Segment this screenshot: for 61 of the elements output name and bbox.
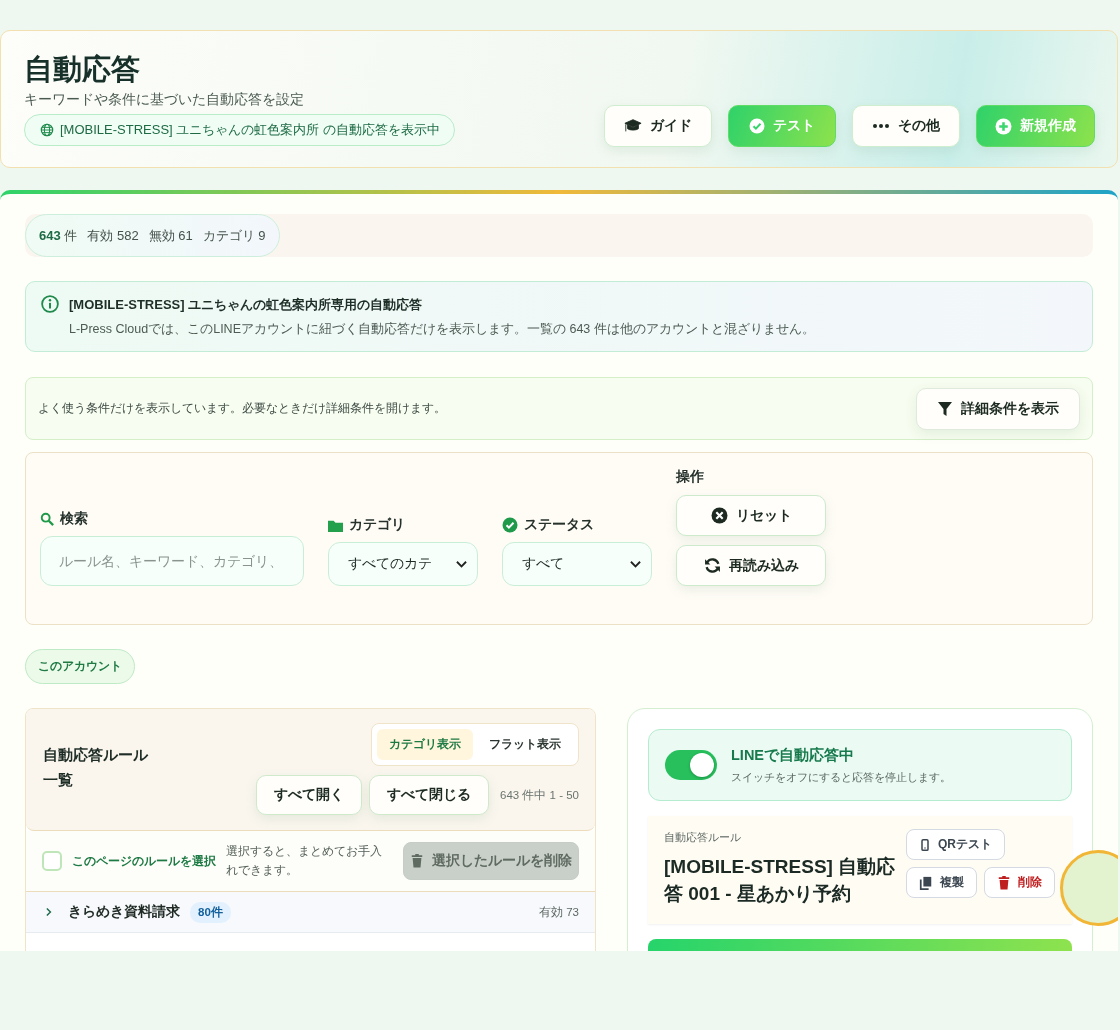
reload-button[interactable]: 再読み込み (676, 545, 826, 586)
trash-icon (409, 854, 424, 868)
notice-title: [MOBILE-STRESS] ユニちゃんの虹色案内所専用の自動応答 (69, 296, 424, 314)
rule-title: [MOBILE-STRESS] 自動応答 001 - 星あかり予約 (664, 855, 897, 906)
page-title: 自動応答 (24, 52, 141, 87)
view-tab[interactable]: カテゴリ表示 (377, 729, 473, 760)
auto-reply-switch[interactable] (665, 750, 717, 780)
view-tab[interactable]: フラット表示 (477, 729, 573, 760)
select-all-checkbox[interactable] (42, 851, 62, 871)
category-row[interactable]: きらめき資料請求 80件 有効 73 (26, 892, 595, 933)
select-all-label[interactable]: このページのルールを選択 (72, 852, 216, 870)
active-count: 有効 73 (539, 904, 579, 920)
guide-button[interactable]: ガイド (604, 105, 712, 147)
status-label: ステータス (502, 516, 652, 534)
collapse-all-button[interactable]: すべて閉じる (369, 775, 489, 815)
summary-stat: 有効 582 (87, 226, 139, 245)
rule-eyebrow: 自動応答ルール (664, 830, 742, 845)
count-badge: 80件 (190, 901, 231, 923)
plus-circle-icon (995, 117, 1012, 135)
reset-button[interactable]: リセット (676, 495, 826, 536)
chevron-down-icon (630, 558, 641, 570)
category-label: カテゴリ (328, 516, 478, 534)
filter-hint-text: よく使う条件だけを表示しています。必要なときだけ詳細条件を開けます。 (38, 400, 446, 417)
more-button[interactable]: その他 (852, 105, 960, 147)
list-title: 自動応答ルール一覧 (43, 744, 149, 790)
total-count: 643 件 (39, 226, 78, 245)
status-select[interactable]: すべて (502, 542, 652, 586)
category-select[interactable]: すべてのカテ (328, 542, 478, 586)
category-name: きらめき資料請求 (68, 903, 180, 921)
reset-icon (710, 507, 728, 524)
search-icon (40, 512, 54, 526)
copy-icon (919, 875, 933, 890)
account-chip: [MOBILE-STRESS] ユニちゃんの虹色案内所 の自動応答を表示中 (24, 114, 455, 146)
check-circle-icon (502, 517, 518, 533)
summary-stat: 無効 61 (148, 226, 193, 245)
switch-hint: スイッチをオフにすると応答を停止します。 (731, 769, 951, 785)
duplicate-button[interactable]: 複製 (906, 867, 977, 898)
expand-all-button[interactable]: すべて開く (256, 775, 362, 815)
check-circle-icon (749, 118, 765, 134)
account-filter-chip[interactable]: このアカウント (25, 649, 135, 684)
page-range: 643 件中 1 - 50 (500, 787, 579, 803)
more-icon (872, 123, 890, 129)
trash-icon (997, 875, 1011, 890)
advanced-filter-button[interactable]: 詳細条件を表示 (916, 387, 1080, 430)
search-label: 検索 (40, 510, 304, 528)
switch-label: LINEで自動応答中 (731, 745, 856, 765)
actions-label: 操作 (676, 468, 705, 486)
delete-button[interactable]: 削除 (984, 867, 1055, 898)
avatar-placeholder[interactable] (1060, 850, 1118, 926)
select-hint: 選択すると、まとめてお手入れできます。 (226, 843, 383, 879)
refresh-icon (703, 557, 721, 574)
filter-icon (937, 400, 953, 417)
notice-text: L-Press Cloudでは、このLINEアカウントに紐づく自動応答だけを表示します。一覧の 643 件は他のアカウントと混ざりません。 (69, 321, 815, 338)
page-subtitle: キーワードや条件に基づいた自動応答を設定 (24, 91, 305, 109)
info-icon (41, 295, 59, 313)
search-field[interactable]: ルール名、キーワード、カテゴリ、 (40, 536, 304, 586)
phone-icon (919, 838, 931, 851)
chevron-down-icon (456, 558, 467, 570)
qr-test-button[interactable]: QRテスト (906, 829, 1005, 860)
globe-icon (40, 123, 54, 137)
summary-stat: カテゴリ 9 (202, 226, 266, 245)
